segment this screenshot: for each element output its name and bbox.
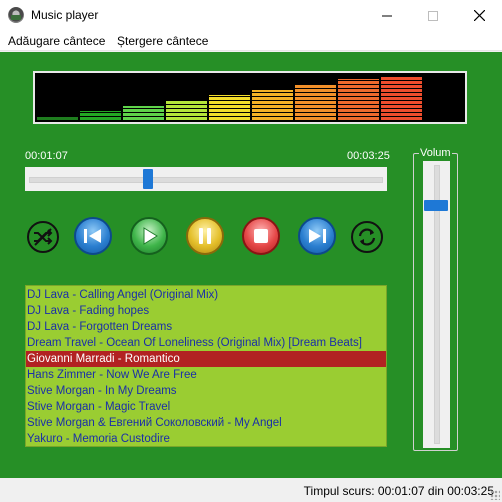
playlist-item[interactable]: Hans Zimmer - Now We Are Free	[26, 367, 386, 383]
visualizer-bar	[295, 85, 336, 120]
shuffle-button[interactable]	[27, 221, 59, 253]
title-bar: Music player	[0, 0, 502, 31]
next-icon	[309, 229, 326, 243]
window-title: Music player	[31, 8, 99, 22]
next-button[interactable]	[298, 217, 336, 255]
maximize-icon	[428, 10, 438, 21]
maximize-button[interactable]	[410, 0, 456, 31]
stop-button[interactable]	[242, 217, 280, 255]
pause-button[interactable]	[186, 217, 224, 255]
close-icon	[473, 10, 485, 21]
repeat-button[interactable]	[351, 221, 383, 253]
seek-thumb[interactable]	[143, 169, 153, 189]
seek-slider[interactable]	[25, 167, 387, 191]
playlist[interactable]: DJ Lava - Calling Angel (Original Mix) DJ…	[25, 285, 387, 447]
playlist-item[interactable]: Dream Travel - Ocean Of Loneliness (Orig…	[26, 335, 386, 351]
playlist-item[interactable]: Stive Morgan & Евгений Соколовский - My …	[26, 415, 386, 431]
volume-thumb[interactable]	[424, 200, 448, 211]
menu-add-songs[interactable]: Adăugare cântece	[8, 34, 105, 48]
playlist-item[interactable]: Stive Morgan - Magic Travel	[26, 399, 386, 415]
close-button[interactable]	[456, 0, 502, 31]
menu-bar: Adăugare cântece Ștergere cântece	[0, 31, 502, 51]
visualizer-bar	[123, 106, 164, 120]
shuffle-off-icon	[34, 228, 53, 246]
volume-label: Volum	[419, 147, 452, 159]
playlist-item[interactable]: Stive Morgan - In My Dreams	[26, 383, 386, 399]
playlist-item[interactable]: DJ Lava - Calling Angel (Original Mix)	[26, 287, 386, 303]
visualizer-bar	[381, 77, 422, 120]
minimize-button[interactable]	[364, 0, 410, 31]
visualizer-bar	[37, 116, 78, 120]
elapsed-time: 00:01:07	[25, 150, 68, 162]
repeat-icon	[358, 228, 376, 246]
previous-button[interactable]	[74, 217, 112, 255]
music-disc-icon	[8, 7, 24, 23]
playlist-item-selected[interactable]: Giovanni Marradi - Romantico	[26, 351, 386, 367]
spectrum-visualizer	[33, 71, 467, 124]
playlist-item[interactable]: DJ Lava - Forgotten Dreams	[26, 319, 386, 335]
total-time: 00:03:25	[347, 150, 390, 162]
pause-icon	[199, 228, 211, 244]
visualizer-bar	[338, 79, 379, 120]
stop-icon	[254, 229, 268, 243]
play-button[interactable]	[130, 217, 168, 255]
visualizer-bar	[252, 90, 293, 120]
visualizer-bar	[209, 95, 250, 120]
visualizer-bar	[80, 111, 121, 120]
status-text: Timpul scurs: 00:01:07 din 00:03:25	[303, 484, 494, 498]
playlist-item[interactable]: DJ Lava - Fading hopes	[26, 303, 386, 319]
volume-slider[interactable]	[423, 161, 450, 448]
playlist-item[interactable]: Yakuro - Memoria Custodire	[26, 431, 386, 447]
menu-delete-songs[interactable]: Ștergere cântece	[117, 34, 208, 48]
player-panel: 00:01:07 00:03:25 DJ Lava - Calling Ange…	[0, 52, 502, 478]
minimize-icon	[382, 15, 392, 16]
previous-icon	[84, 229, 101, 243]
resize-grip-icon[interactable]	[490, 490, 500, 500]
visualizer-bar	[166, 100, 207, 120]
status-bar: Timpul scurs: 00:01:07 din 00:03:25	[0, 478, 502, 502]
play-icon	[143, 227, 158, 245]
